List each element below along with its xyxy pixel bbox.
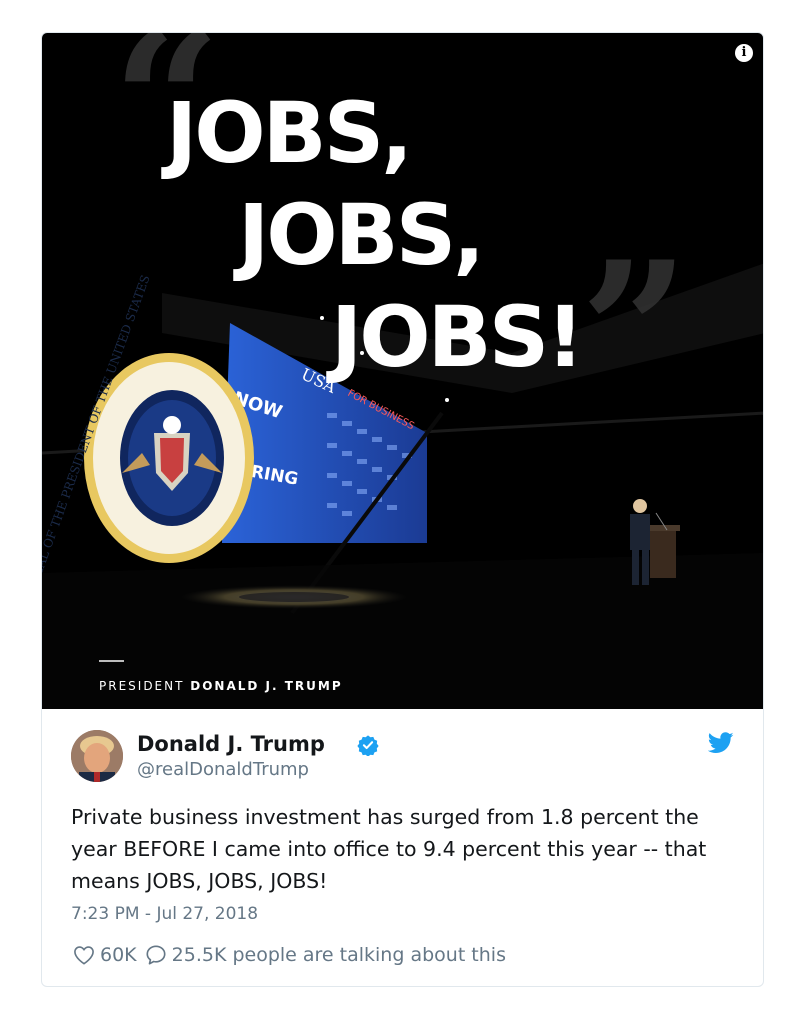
tweet-media-image[interactable]: NOW HIRING USA FOR BUSINESS SEAL OF THE …	[42, 33, 763, 709]
reply-button[interactable]: 25.5K people are talking about this	[145, 944, 506, 966]
headline-line-3: JOBS!	[331, 288, 584, 386]
heart-icon	[74, 946, 94, 965]
info-icon[interactable]: i	[735, 44, 753, 62]
headline-line-2: JOBS,	[238, 186, 485, 284]
image-caption: PRESIDENT DONALD J. TRUMP	[99, 679, 343, 693]
tweet-body: Donald J. Trump @realDonaldTrump Private…	[42, 709, 763, 986]
author-name[interactable]: Donald J. Trump	[137, 732, 325, 756]
tweet-timestamp[interactable]: 7:23 PM - Jul 27, 2018	[71, 904, 258, 924]
verified-badge-icon	[357, 735, 379, 756]
tweet-actions: 60K 25.5K people are talking about this	[73, 944, 514, 966]
caption-prefix: PRESIDENT	[99, 679, 191, 693]
caption-divider	[99, 660, 124, 662]
like-count: 60K	[100, 944, 137, 966]
caption-name: DONALD J. TRUMP	[190, 679, 343, 693]
twitter-bird-icon[interactable]	[708, 732, 734, 754]
embedded-tweet-card[interactable]: NOW HIRING USA FOR BUSINESS SEAL OF THE …	[41, 32, 764, 987]
headline-line-1: JOBS,	[166, 84, 413, 182]
speech-bubble-icon	[146, 945, 166, 965]
tweet-text: Private business investment has surged f…	[71, 805, 707, 893]
conversation-count: 25.5K people are talking about this	[171, 944, 506, 966]
avatar-portrait-icon	[71, 730, 123, 782]
author-handle[interactable]: @realDonaldTrump	[137, 759, 309, 780]
close-quote-mark: ”	[580, 220, 689, 443]
like-button[interactable]: 60K	[73, 944, 137, 966]
avatar[interactable]	[71, 730, 123, 782]
